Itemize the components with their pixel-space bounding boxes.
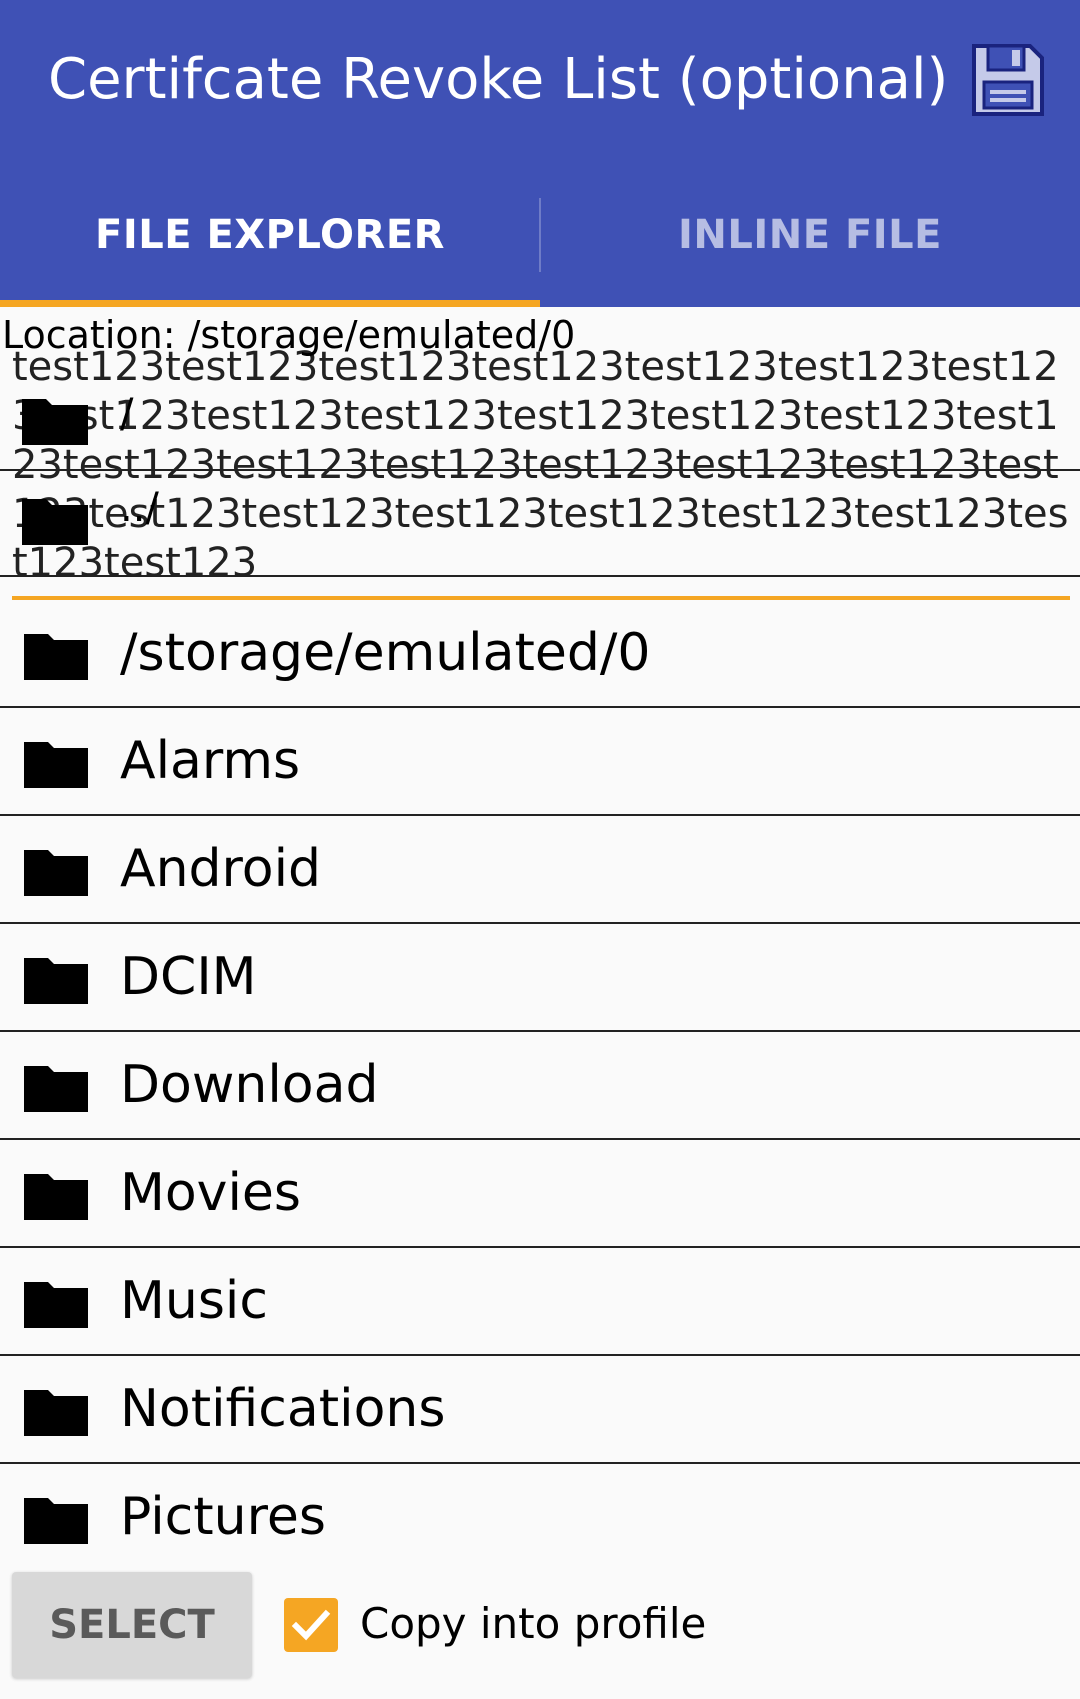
checkmark-icon bbox=[291, 1609, 331, 1641]
folder-icon bbox=[24, 742, 88, 788]
folder-icon bbox=[24, 1498, 88, 1544]
location-label: Location: /storage/emulated/0 bbox=[2, 313, 576, 357]
app-bar: Certifcate Revoke List (optional) FILE E… bbox=[0, 0, 1080, 307]
list-item[interactable]: Music bbox=[0, 1248, 1080, 1356]
folder-name: Android bbox=[120, 839, 322, 899]
page-title: Certifcate Revoke List (optional) bbox=[48, 47, 949, 112]
floppy-disk-icon bbox=[972, 44, 1044, 116]
folder-name: Download bbox=[120, 1055, 379, 1115]
list-item[interactable]: Android bbox=[0, 816, 1080, 924]
folder-icon bbox=[24, 634, 88, 680]
folder-name: / bbox=[120, 391, 134, 437]
folder-icon bbox=[24, 850, 88, 896]
tab-file-explorer[interactable]: FILE EXPLORER bbox=[0, 205, 540, 265]
list-item[interactable]: Notifications bbox=[0, 1356, 1080, 1464]
list-item[interactable]: DCIM bbox=[0, 924, 1080, 1032]
folder-name: Alarms bbox=[120, 731, 301, 791]
divider bbox=[0, 575, 1080, 577]
bottom-bar: SELECT Copy into profile bbox=[0, 1556, 1080, 1699]
folder-icon bbox=[24, 1282, 88, 1328]
folder-name: DCIM bbox=[120, 947, 257, 1007]
folder-icon bbox=[24, 958, 88, 1004]
folder-icon bbox=[22, 499, 88, 545]
parent-folder-item[interactable]: ../ bbox=[0, 485, 1080, 547]
save-button[interactable] bbox=[968, 40, 1048, 120]
folder-name: Music bbox=[120, 1271, 268, 1331]
tab-inline-file[interactable]: INLINE FILE bbox=[540, 205, 1080, 265]
explorer-overlap-area: test123test123test123test123test123test1… bbox=[0, 307, 1080, 577]
folder-icon bbox=[24, 1390, 88, 1436]
folder-list: /storage/emulated/0 Alarms Android DCIM … bbox=[0, 600, 1080, 1572]
folder-name: Pictures bbox=[120, 1487, 326, 1547]
copy-into-profile-checkbox[interactable] bbox=[284, 1598, 338, 1652]
folder-icon bbox=[24, 1066, 88, 1112]
list-item[interactable]: Movies bbox=[0, 1140, 1080, 1248]
folder-name: ../ bbox=[120, 485, 159, 531]
list-item[interactable]: Alarms bbox=[0, 708, 1080, 816]
folder-name: Notifications bbox=[120, 1379, 446, 1439]
select-button[interactable]: SELECT bbox=[12, 1572, 252, 1678]
folder-name: Movies bbox=[120, 1163, 301, 1223]
list-item[interactable]: /storage/emulated/0 bbox=[0, 600, 1080, 708]
folder-icon bbox=[24, 1174, 88, 1220]
folder-name: /storage/emulated/0 bbox=[120, 623, 651, 683]
tab-indicator bbox=[0, 300, 540, 307]
root-folder-item[interactable]: / bbox=[0, 387, 1080, 447]
list-item[interactable]: Download bbox=[0, 1032, 1080, 1140]
folder-icon bbox=[22, 399, 88, 445]
copy-into-profile-label: Copy into profile bbox=[360, 1599, 707, 1648]
divider bbox=[0, 469, 1080, 471]
